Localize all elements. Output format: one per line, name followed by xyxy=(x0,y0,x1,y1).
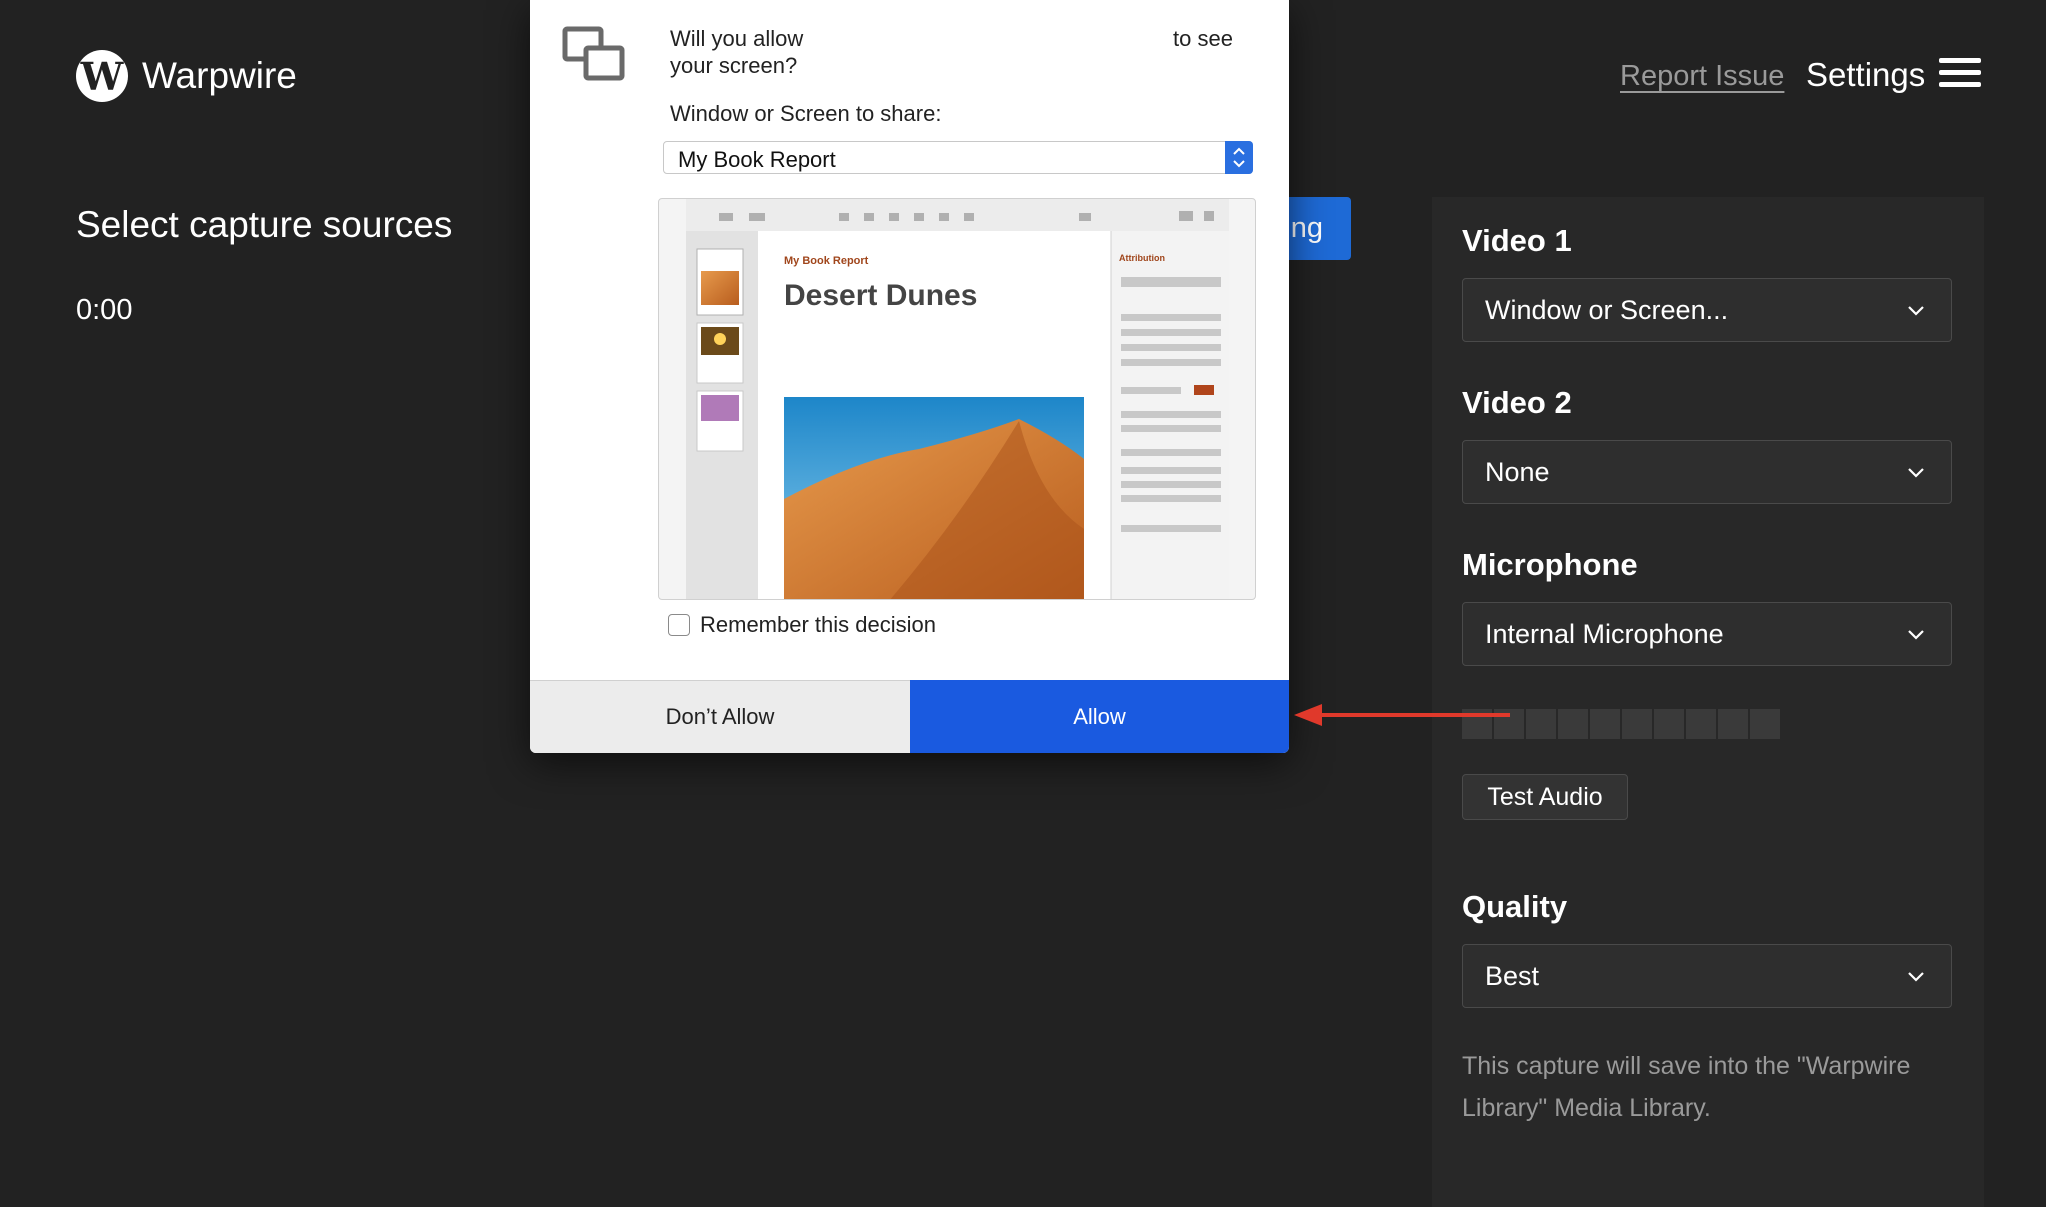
hamburger-menu-icon[interactable] xyxy=(1939,58,1981,88)
allow-button[interactable]: Allow xyxy=(910,680,1289,753)
video2-select[interactable]: None xyxy=(1462,440,1952,504)
quality-label: Quality xyxy=(1462,889,1568,924)
video1-value: Window or Screen... xyxy=(1485,295,1729,325)
capture-timer: 0:00 xyxy=(76,294,133,326)
video2-value: None xyxy=(1485,457,1550,487)
video2-label: Video 2 xyxy=(1462,385,1572,420)
dialog-question-line2: your screen? xyxy=(670,53,798,78)
video1-select[interactable]: Window or Screen... xyxy=(1462,278,1952,342)
chevron-down-icon xyxy=(1908,468,1924,478)
dialog-to-see: to see xyxy=(1173,26,1233,51)
test-audio-button[interactable]: Test Audio xyxy=(1462,774,1628,820)
select-stepper-icon xyxy=(1225,141,1253,174)
share-select-label: Window or Screen to share: xyxy=(670,101,942,126)
warpwire-logo[interactable]: W Warpwire xyxy=(76,50,297,102)
chevron-down-icon xyxy=(1908,306,1924,316)
remember-label: Remember this decision xyxy=(700,612,936,637)
remember-decision[interactable]: Remember this decision xyxy=(668,612,936,638)
save-location-note: This capture will save into the "Warpwir… xyxy=(1462,1052,1911,1122)
microphone-label: Microphone xyxy=(1462,547,1638,582)
warpwire-logo-icon: W xyxy=(76,50,128,102)
dont-allow-button[interactable]: Don’t Allow xyxy=(530,680,910,753)
chevron-down-icon xyxy=(1908,972,1924,982)
preview-doc-title: Desert Dunes xyxy=(784,279,978,312)
settings-link[interactable]: Settings xyxy=(1806,56,1925,94)
window-share-value: My Book Report xyxy=(678,147,836,172)
report-issue-link[interactable]: Report Issue xyxy=(1620,60,1784,93)
dialog-question-line1: Will you allow xyxy=(670,26,804,51)
microphone-select[interactable]: Internal Microphone xyxy=(1462,602,1952,666)
quality-select[interactable]: Best xyxy=(1462,944,1952,1008)
screen-share-dialog: Will you allow your screen? to see Windo… xyxy=(530,0,1289,753)
window-share-select[interactable]: My Book Report xyxy=(663,141,1253,174)
start-button-label: ng xyxy=(1290,212,1323,244)
remember-checkbox[interactable] xyxy=(668,614,690,636)
window-preview: My Book Report Desert Dunes Attribution xyxy=(658,198,1256,600)
chevron-down-icon xyxy=(1908,630,1924,640)
quality-value: Best xyxy=(1485,961,1540,991)
preview-sidebar-title: Attribution xyxy=(1119,253,1165,263)
preview-doc-header: My Book Report xyxy=(784,255,869,267)
document-preview-image xyxy=(686,199,1229,599)
red-arrow-annotation xyxy=(1294,704,1510,726)
screen-share-icon xyxy=(562,26,625,81)
microphone-value: Internal Microphone xyxy=(1485,619,1724,649)
page-title: Select capture sources xyxy=(76,204,453,245)
logo-text: Warpwire xyxy=(142,55,297,96)
video1-label: Video 1 xyxy=(1462,223,1572,258)
